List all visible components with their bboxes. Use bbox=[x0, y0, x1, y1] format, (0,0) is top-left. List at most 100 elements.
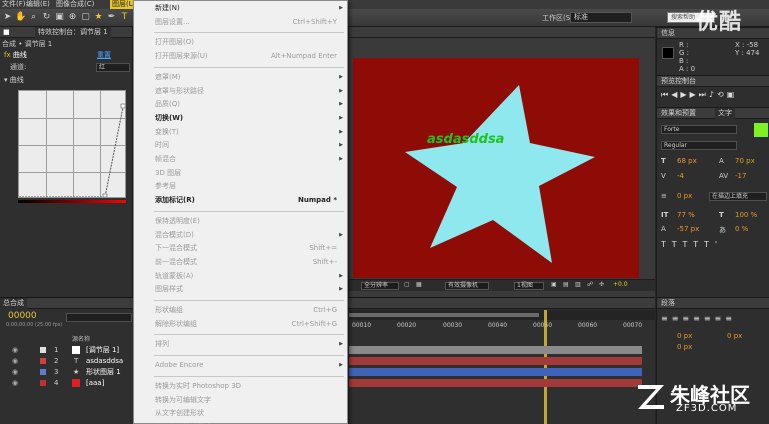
tab-project[interactable]: ■ bbox=[0, 27, 13, 38]
superscript-button[interactable]: T' bbox=[704, 240, 723, 249]
menu-item[interactable]: 新建(N) ▶ bbox=[134, 2, 347, 15]
exposure-value[interactable]: +0.0 bbox=[611, 282, 635, 290]
indent-right-value[interactable]: 0 px bbox=[727, 332, 742, 340]
menu-file[interactable]: 文件(F) bbox=[2, 0, 26, 9]
type-tool-icon[interactable]: T bbox=[119, 12, 130, 23]
menu-item[interactable]: 排列 ▶ bbox=[134, 338, 347, 351]
label-color-chip[interactable] bbox=[40, 380, 46, 386]
mask-tool-icon[interactable]: ▢ bbox=[80, 12, 91, 23]
pen-tool-icon[interactable]: ✒ bbox=[106, 12, 117, 23]
fill-color-swatch[interactable] bbox=[754, 123, 768, 137]
menu-item[interactable]: 转换为实时 Photoshop 3D bbox=[134, 380, 347, 393]
align-left-icon[interactable]: ≡ bbox=[661, 314, 672, 323]
align-right-icon[interactable]: ≡ bbox=[682, 314, 693, 323]
workspace-select[interactable]: 标准 bbox=[570, 12, 632, 23]
reset-link[interactable]: 重置 bbox=[97, 50, 111, 60]
menu-item[interactable]: 图层样式 ▶ bbox=[134, 283, 347, 296]
tsume-value[interactable]: 0 % bbox=[735, 225, 748, 233]
exposure-reset-icon[interactable]: ✣ bbox=[597, 282, 607, 290]
label-color-chip[interactable] bbox=[40, 347, 46, 353]
curve-line[interactable] bbox=[19, 91, 125, 197]
composition-text-layer[interactable]: asdasddsa bbox=[427, 132, 504, 147]
resolution-select[interactable]: 全分辨率 bbox=[361, 282, 399, 290]
camera-tool-icon[interactable]: ▣ bbox=[54, 12, 65, 23]
rotate-tool-icon[interactable]: ↻ bbox=[41, 12, 52, 23]
baseline-shift-value[interactable]: -57 px bbox=[677, 225, 699, 233]
loop-icon[interactable]: ⟲ bbox=[717, 90, 727, 99]
views-select[interactable]: 1视图 bbox=[514, 282, 544, 290]
menu-item[interactable]: 解除形状编组 Ctrl+Shift+G bbox=[134, 318, 347, 331]
menu-item[interactable]: 遮罩(M) ▶ bbox=[134, 71, 347, 84]
pan-behind-tool-icon[interactable]: ⊕ bbox=[67, 12, 78, 23]
visibility-icon[interactable]: ◉ bbox=[12, 356, 18, 366]
visibility-icon[interactable]: ◉ bbox=[12, 345, 18, 355]
menu-item[interactable]: 从文字创建形状 bbox=[134, 407, 347, 420]
stroke-mode-select[interactable]: 在描边上填充 bbox=[709, 192, 767, 201]
menu-item[interactable]: 前一混合模式 Shift+- bbox=[134, 256, 347, 269]
timeline-layer-row[interactable]: ◉ 2 T asdasddsa bbox=[0, 356, 133, 366]
current-time-indicator[interactable] bbox=[544, 310, 547, 424]
menu-item[interactable]: 打开图层(O) bbox=[134, 36, 347, 49]
justify-all-icon[interactable]: ≡ bbox=[725, 314, 736, 323]
menu-item[interactable]: 3D 图层 bbox=[134, 167, 347, 180]
menu-item[interactable]: 打开图层来源(U) Alt+Numpad Enter bbox=[134, 50, 347, 63]
font-style-select[interactable]: Regular bbox=[661, 141, 737, 150]
layer-duration-bar[interactable] bbox=[349, 379, 642, 387]
menu-item[interactable]: 转换为可编辑文字 bbox=[134, 394, 347, 407]
justify-left-icon[interactable]: ≡ bbox=[693, 314, 704, 323]
hand-tool-icon[interactable]: ✋ bbox=[15, 12, 26, 23]
star-tool-icon[interactable]: ★ bbox=[93, 12, 104, 23]
vertical-scale-value[interactable]: 77 % bbox=[677, 211, 695, 219]
timeline-layer-row[interactable]: ◉ 1 [调节层 1] bbox=[0, 345, 133, 355]
curve-graph[interactable] bbox=[18, 90, 126, 198]
menu-item[interactable]: 形状编组 Ctrl+G bbox=[134, 304, 347, 317]
menu-composition[interactable]: 图像合成(C) bbox=[56, 0, 94, 9]
tab-paragraph[interactable]: 段落 bbox=[661, 298, 675, 309]
next-frame-icon[interactable]: ▶ bbox=[690, 90, 699, 99]
tab-preview[interactable]: 预览控制台 bbox=[661, 76, 696, 87]
layer-name[interactable]: asdasddsa bbox=[86, 356, 123, 366]
visibility-icon[interactable]: ◉ bbox=[12, 378, 18, 388]
menu-item[interactable]: 切换(W) ▶ bbox=[134, 112, 347, 125]
menu-item[interactable]: 图层设置... Ctrl+Shift+Y bbox=[134, 16, 347, 29]
selection-tool-icon[interactable]: ➤ bbox=[2, 12, 13, 23]
audio-icon[interactable]: ♪ bbox=[709, 90, 717, 99]
tracking-value[interactable]: -17 bbox=[735, 172, 746, 180]
first-frame-icon[interactable]: ⏮ bbox=[661, 90, 671, 99]
effect-name-row[interactable]: fx 曲线 bbox=[4, 50, 27, 60]
timeline-search-input[interactable] bbox=[66, 313, 132, 322]
layer-name[interactable]: [aaa] bbox=[86, 378, 104, 388]
menu-edit[interactable]: 编辑(E) bbox=[26, 0, 50, 9]
layer-duration-bar[interactable] bbox=[349, 368, 642, 376]
roi-icon[interactable]: ▢ bbox=[402, 282, 413, 290]
menu-item[interactable]: 变换(T) ▶ bbox=[134, 126, 347, 139]
layer-duration-bar[interactable] bbox=[349, 357, 642, 365]
twirl-down-icon[interactable]: ▾ bbox=[4, 76, 8, 84]
tab-info[interactable]: 信息 bbox=[661, 28, 675, 39]
font-family-select[interactable]: Forte bbox=[661, 125, 737, 134]
faux-italic-button[interactable]: T bbox=[672, 240, 683, 249]
timeline-layer-row[interactable]: ◉ 4 [aaa] bbox=[0, 378, 133, 388]
work-area-bar[interactable] bbox=[349, 310, 655, 320]
layer-duration-bar[interactable] bbox=[349, 346, 642, 354]
menu-item[interactable]: 遮罩与形状路径 ▶ bbox=[134, 85, 347, 98]
play-icon[interactable]: ▶ bbox=[680, 90, 689, 99]
faux-bold-button[interactable]: T bbox=[661, 240, 672, 249]
toggle-pixel-icon[interactable]: ▣ bbox=[549, 282, 559, 290]
star-shape[interactable] bbox=[353, 58, 639, 278]
transparency-grid-icon[interactable]: ▦ bbox=[414, 282, 425, 290]
visibility-icon[interactable]: ◉ bbox=[12, 367, 18, 377]
timeline-icon[interactable]: ▥ bbox=[573, 282, 583, 290]
leading-value[interactable]: 70 px bbox=[735, 157, 755, 165]
align-center-icon[interactable]: ≡ bbox=[672, 314, 683, 323]
font-size-value[interactable]: 68 px bbox=[677, 157, 697, 165]
justify-right-icon[interactable]: ≡ bbox=[715, 314, 726, 323]
tab-character[interactable]: 文字 bbox=[715, 108, 735, 119]
menu-item[interactable]: 轨道蒙板(A) ▶ bbox=[134, 270, 347, 283]
tab-main-comp[interactable]: 总合成 bbox=[0, 298, 27, 309]
layer-name[interactable]: [调节层 1] bbox=[86, 345, 119, 355]
timeline-layer-row[interactable]: ◉ 3 ★ 形状图层 1 bbox=[0, 367, 133, 377]
menu-item[interactable]: 品质(Q) ▶ bbox=[134, 98, 347, 111]
horizontal-scale-value[interactable]: 100 % bbox=[735, 211, 757, 219]
menu-item[interactable]: 时间 ▶ bbox=[134, 139, 347, 152]
